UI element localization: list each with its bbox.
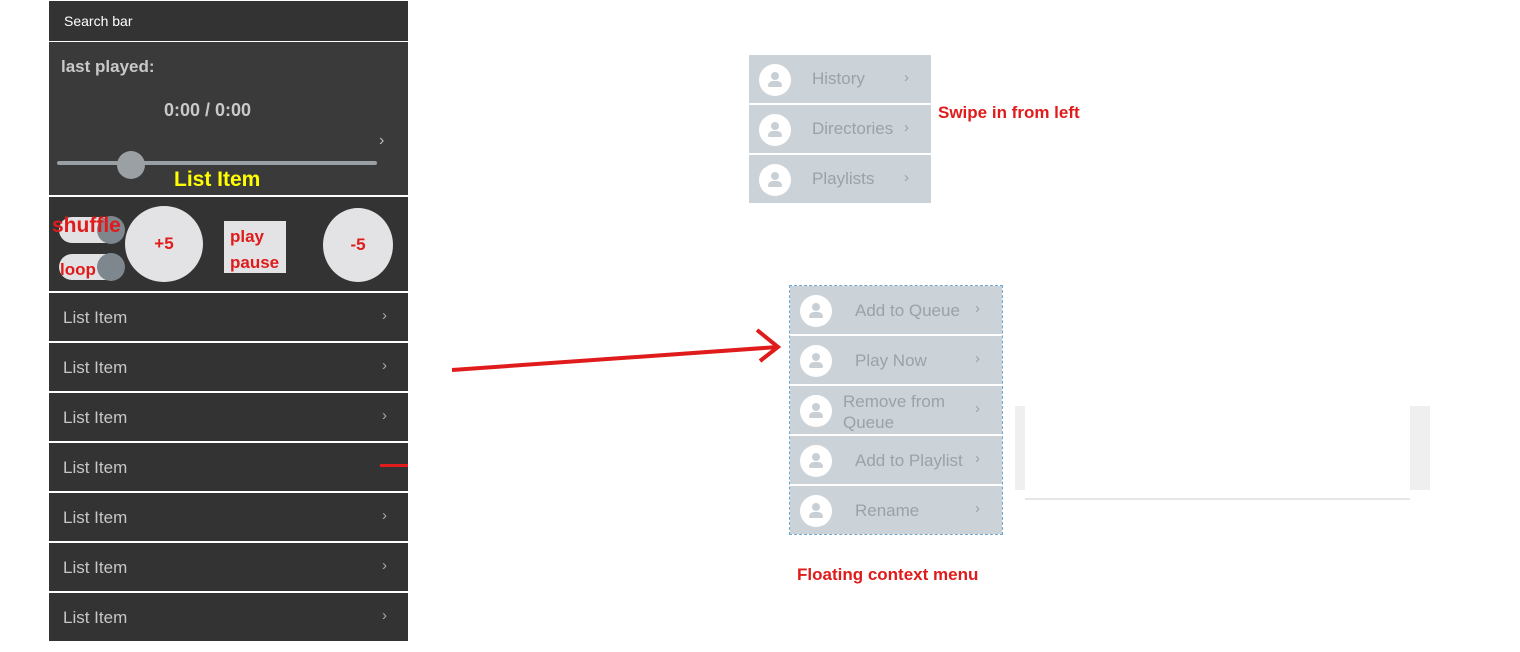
chevron-right-icon: › xyxy=(975,500,980,517)
person-avatar-icon xyxy=(759,164,791,196)
chevron-right-icon: › xyxy=(975,350,980,367)
context-item-label: Add to Queue xyxy=(855,301,960,320)
chevron-right-icon: › xyxy=(975,400,980,417)
person-avatar-icon xyxy=(800,345,832,377)
drawer-item-history[interactable]: History › xyxy=(749,55,931,103)
person-avatar-icon xyxy=(800,495,832,527)
swipe-note: Swipe in from left xyxy=(938,103,1080,122)
chevron-right-icon: › xyxy=(904,69,909,86)
person-avatar-icon xyxy=(759,64,791,96)
context-item-label: Rename xyxy=(855,501,920,520)
drawer-item-label: Directories xyxy=(812,119,894,138)
navigation-drawer: History › Directories › Playlists › xyxy=(749,55,931,205)
placeholder-panel xyxy=(1015,406,1430,500)
person-avatar-icon xyxy=(800,395,832,427)
context-item-remove-from-queue[interactable]: Remove from Queue › xyxy=(790,386,1002,434)
context-item-play-now[interactable]: Play Now › xyxy=(790,336,1002,384)
chevron-right-icon: › xyxy=(904,169,909,186)
floating-menu-note: Floating context menu xyxy=(797,565,979,584)
placeholder-panel-inner xyxy=(1025,406,1410,500)
context-item-label: Add to Playlist xyxy=(855,451,963,470)
floating-context-menu: Add to Queue › Play Now › Remove from Qu… xyxy=(789,285,1003,535)
drawer-item-label: History xyxy=(812,69,865,88)
context-item-rename[interactable]: Rename › xyxy=(790,486,1002,534)
chevron-right-icon: › xyxy=(975,300,980,317)
context-item-label: Play Now xyxy=(855,351,927,370)
context-item-add-to-playlist[interactable]: Add to Playlist › xyxy=(790,436,1002,484)
context-item-add-to-queue[interactable]: Add to Queue › xyxy=(790,286,1002,334)
person-avatar-icon xyxy=(800,445,832,477)
chevron-right-icon: › xyxy=(904,119,909,136)
drawer-item-label: Playlists xyxy=(812,169,875,188)
person-avatar-icon xyxy=(759,114,791,146)
chevron-right-icon: › xyxy=(975,450,980,467)
person-avatar-icon xyxy=(800,295,832,327)
drawer-item-directories[interactable]: Directories › xyxy=(749,105,931,153)
drawer-item-playlists[interactable]: Playlists › xyxy=(749,155,931,203)
context-item-label: Remove from Queue xyxy=(843,392,946,432)
